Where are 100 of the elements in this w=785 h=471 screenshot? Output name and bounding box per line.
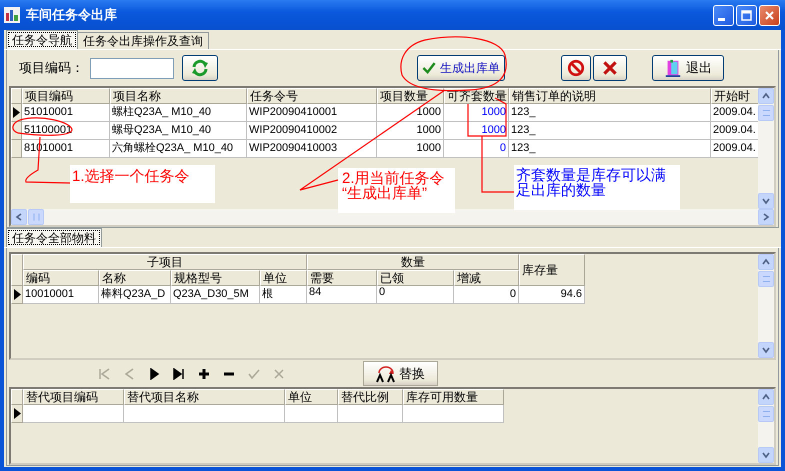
vertical-scrollbar[interactable] [758,88,774,209]
table-cell: 1000 [444,122,509,140]
table-cell: WIP20090410001 [247,104,377,122]
column-header[interactable]: 单位 [285,389,338,405]
cancel-button[interactable] [561,55,591,81]
minimize-button[interactable] [713,4,734,26]
refresh-button[interactable] [182,55,218,81]
column-header[interactable]: 库存可用数量 [403,389,504,405]
item-code-field[interactable] [90,58,174,78]
column-header[interactable]: 替代比例 [338,389,403,405]
column-header[interactable]: 规格型号 [171,270,260,286]
check-icon [248,368,260,380]
prior-icon [122,368,134,380]
chevron-right-icon [762,213,770,221]
swap-arrows-icon [376,364,396,382]
app-icon [4,7,20,23]
first-icon [98,368,110,380]
table-cell: 六角螺栓Q23A_ M10_40 [110,140,247,158]
column-header[interactable]: 项目编码 [22,88,110,104]
column-header[interactable]: 编码 [23,270,99,286]
door-icon [664,58,682,78]
table-cell: 2009.04. [711,122,758,140]
scroll-down-button[interactable] [758,193,774,209]
column-header[interactable]: 增减 [454,270,519,286]
vertical-scrollbar[interactable] [758,254,774,358]
chevron-up-icon [762,393,770,401]
column-header[interactable]: 可齐套数量 [444,88,509,104]
table-cell: 1000 [377,122,444,140]
replace-button[interactable]: 替换 [363,361,438,386]
table-cell [285,405,338,423]
column-header[interactable]: 销售订单的说明 [509,88,711,104]
scrollbar-thumb[interactable] [758,406,774,422]
table-cell: 94.6 [519,286,585,304]
window-title: 车间任务令出库 [26,6,118,24]
vertical-scrollbar[interactable] [758,389,774,463]
scroll-left-button[interactable] [11,209,27,225]
column-header[interactable]: 替代项目名称 [124,389,285,405]
chevron-down-icon [762,197,770,205]
table-cell: 123_ [509,122,711,140]
x-icon [602,60,618,76]
table-cell: Q23A_D30_5M [171,286,260,304]
horizontal-scrollbar[interactable] [11,209,774,225]
minimize-icon [718,18,725,20]
table-cell: 螺柱Q23A_ M10_40 [110,104,247,122]
table-cell: 2009.04. [711,104,758,122]
chevron-down-icon [762,346,770,354]
close-icon [764,10,775,20]
tab[interactable]: 任务令出库操作及查询 [77,32,209,49]
column-group-header: 数量 [307,254,519,270]
column-header[interactable]: 开始时 [711,88,758,104]
exit-button[interactable]: 退出 [652,55,724,81]
play-icon [148,368,160,380]
column-header[interactable]: 已领 [377,270,454,286]
annotation-note: 齐套数量是库存可以满足出库的数量 [516,168,667,198]
scroll-up-button[interactable] [758,254,774,270]
tab[interactable]: 任务令全部物料 [6,228,102,247]
close-button[interactable] [759,4,780,26]
plus-icon [198,368,210,380]
table-cell: 1000 [377,140,444,158]
scrollbar-thumb[interactable] [758,271,774,287]
last-icon [172,368,184,380]
column-header[interactable]: 替代项目编码 [23,389,124,405]
generate-button[interactable]: 生成出库单 [417,55,505,81]
column-header[interactable]: 需要 [307,270,377,286]
column-group-header: 子项目 [23,254,307,270]
column-header[interactable]: 项目名称 [110,88,247,104]
maximize-button[interactable] [736,4,757,26]
chevron-up-icon [762,258,770,266]
scroll-down-button[interactable] [758,447,774,463]
row-indicator[interactable] [11,405,23,423]
table-cell: 10010001 [23,286,99,304]
table-cell: 123_ [509,140,711,158]
refresh-icon [190,58,210,78]
column-header[interactable]: 项目数量 [377,88,444,104]
scroll-down-button[interactable] [758,342,774,358]
x-icon [272,368,284,380]
row-indicator[interactable] [11,286,23,304]
table-cell: WIP20090410003 [247,140,377,158]
chevron-down-icon [762,451,770,459]
column-header[interactable]: 单位 [260,270,307,286]
table-cell: 0 [454,286,519,304]
table-cell [338,405,403,423]
row-indicator[interactable] [11,104,22,122]
maximize-icon [741,10,752,20]
scrollbar-thumb[interactable] [758,105,774,121]
column-header[interactable]: 名称 [99,270,171,286]
delete-button[interactable] [593,55,627,81]
table-cell: WIP20090410002 [247,122,377,140]
field-label: 项目编码： [19,59,84,77]
scroll-up-button[interactable] [758,389,774,405]
table-cell: 2009.04. [711,140,758,158]
scroll-right-button[interactable] [758,209,774,225]
scroll-up-button[interactable] [758,88,774,104]
table-cell: 0 [377,286,454,304]
scrollbar-thumb[interactable] [28,209,44,225]
table-cell: 84 [307,286,377,304]
column-header[interactable]: 库存量 [519,254,585,286]
tab[interactable]: 任务令导航 [6,30,78,49]
column-header[interactable]: 任务令号 [247,88,377,104]
annotation-note: 2.用当前任务令 “生成出库单” [342,171,446,201]
